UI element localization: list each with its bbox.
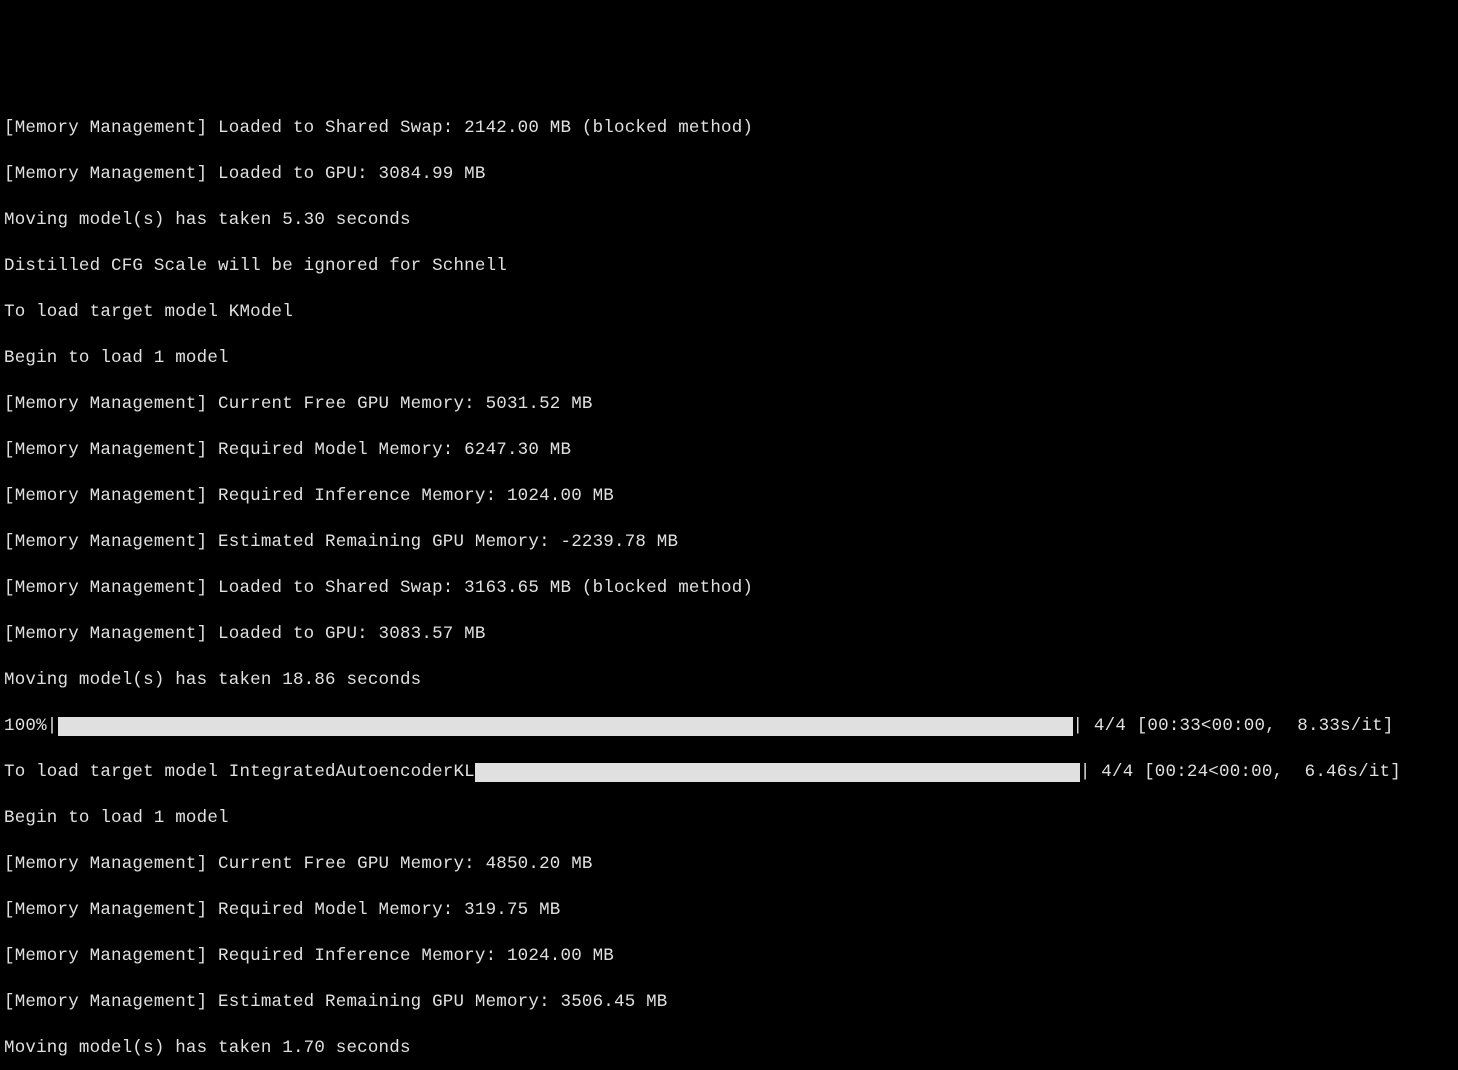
log-line: [Memory Management] Loaded to GPU: 3083.… <box>4 623 1454 646</box>
log-line: Distilled CFG Scale will be ignored for … <box>4 255 1454 278</box>
log-line: Moving model(s) has taken 18.86 seconds <box>4 669 1454 692</box>
progress-bar-row: 100%| | 4/4 [00:33<00:00, 8.33s/it] <box>4 715 1454 738</box>
progress-stats: | 4/4 [00:24<00:00, 6.46s/it] <box>1080 761 1401 784</box>
log-line: [Memory Management] Estimated Remaining … <box>4 991 1454 1014</box>
progress-bar-row-overlaid: To load target model IntegratedAutoencod… <box>4 761 1454 784</box>
log-line-overlay: To load target model IntegratedAutoencod… <box>4 761 475 784</box>
log-line: [Memory Management] Required Inference M… <box>4 485 1454 508</box>
progress-bar-fill <box>58 717 1073 736</box>
log-line: [Memory Management] Current Free GPU Mem… <box>4 393 1454 416</box>
log-line: Moving model(s) has taken 1.70 seconds <box>4 1037 1454 1060</box>
progress-bar-fill <box>475 763 1080 782</box>
log-line: Begin to load 1 model <box>4 807 1454 830</box>
progress-stats: | 4/4 [00:33<00:00, 8.33s/it] <box>1073 715 1394 738</box>
progress-bar <box>58 717 1073 736</box>
log-line: [Memory Management] Required Model Memor… <box>4 899 1454 922</box>
log-line: [Memory Management] Estimated Remaining … <box>4 531 1454 554</box>
log-line: Begin to load 1 model <box>4 347 1454 370</box>
log-line: [Memory Management] Loaded to GPU: 3084.… <box>4 163 1454 186</box>
log-line: [Memory Management] Current Free GPU Mem… <box>4 853 1454 876</box>
progress-percent-label: 100%| <box>4 715 58 738</box>
log-line: Moving model(s) has taken 5.30 seconds <box>4 209 1454 232</box>
log-line: To load target model KModel <box>4 301 1454 324</box>
log-line: [Memory Management] Required Inference M… <box>4 945 1454 968</box>
log-line: [Memory Management] Loaded to Shared Swa… <box>4 577 1454 600</box>
terminal-output: [Memory Management] Loaded to Shared Swa… <box>0 92 1458 1070</box>
log-line: [Memory Management] Required Model Memor… <box>4 439 1454 462</box>
log-line: [Memory Management] Loaded to Shared Swa… <box>4 117 1454 140</box>
progress-bar <box>475 763 1080 782</box>
